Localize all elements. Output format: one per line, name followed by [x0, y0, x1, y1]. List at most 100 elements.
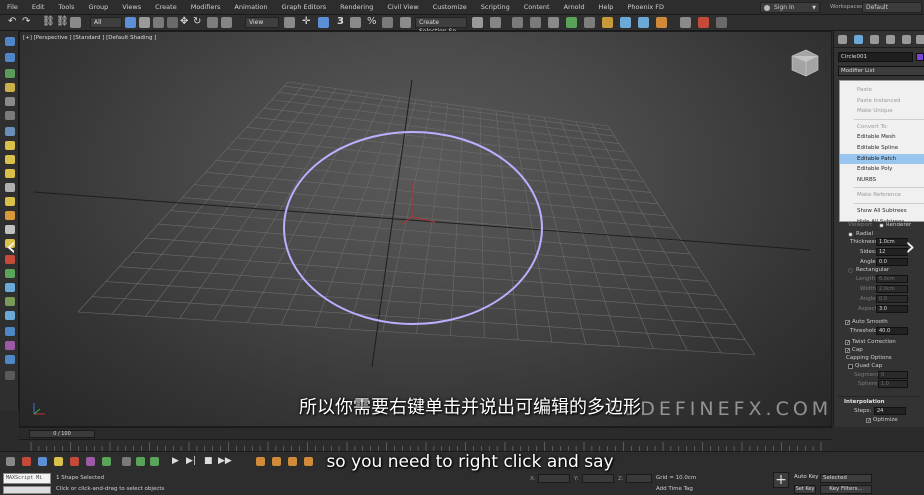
segments-spinner[interactable]: 0	[878, 371, 908, 379]
select-object-icon[interactable]	[125, 17, 136, 28]
forest-icon[interactable]	[5, 355, 15, 364]
maxscript-listener[interactable]: MAXScript Mi	[3, 473, 51, 484]
torus-icon[interactable]	[5, 183, 15, 192]
toggle-layer-explorer-icon[interactable]	[530, 17, 541, 28]
select-by-name-icon[interactable]	[139, 17, 150, 28]
object-name-field[interactable]: Circle001	[838, 52, 913, 62]
add-time-tag[interactable]: Add Time Tag	[656, 486, 693, 492]
menu-content[interactable]: Content	[517, 3, 557, 11]
menu-file[interactable]: File	[0, 3, 25, 11]
x-coord-field[interactable]	[538, 474, 570, 483]
render-setup-icon[interactable]	[620, 17, 631, 28]
time-slider-counter[interactable]: 0 / 100	[29, 430, 95, 438]
render-icon[interactable]	[70, 457, 79, 466]
globe-icon[interactable]	[5, 327, 15, 336]
rotate-icon[interactable]: ↻	[193, 16, 201, 28]
menu-phoenix-fd[interactable]: Phoenix FD	[620, 3, 671, 11]
menu-edit[interactable]: Edit	[25, 3, 52, 11]
twist-correction-checkbox[interactable]: ✓	[845, 340, 850, 346]
go-to-end-icon[interactable]: ▶▶	[218, 456, 232, 466]
water-icon[interactable]	[5, 311, 15, 320]
snap-2d-icon[interactable]	[150, 457, 159, 466]
stop-icon[interactable]: ■	[204, 456, 213, 466]
radial-radio[interactable]	[848, 232, 853, 237]
context-menu-editable-mesh[interactable]: Editable Mesh	[840, 132, 924, 142]
reference-coordinate-dropdown[interactable]: View	[245, 17, 279, 28]
modify-tab-icon[interactable]	[854, 35, 863, 44]
redo-icon[interactable]: ↷	[22, 16, 30, 28]
interpolation-rollout-header[interactable]: Interpolation	[838, 396, 921, 406]
sphere-spinner[interactable]: 1.0	[878, 380, 908, 388]
foliage-icon[interactable]	[5, 297, 15, 306]
scale-icon[interactable]	[207, 17, 218, 28]
isolate-icon[interactable]	[22, 457, 31, 466]
phoenix-fd-icon[interactable]	[698, 17, 709, 28]
keyboard-shortcut-override-icon[interactable]	[318, 17, 329, 28]
width-spinner[interactable]: 2.0cm	[876, 285, 908, 293]
track-bar[interactable]	[19, 439, 832, 451]
schematic-view-icon[interactable]	[584, 17, 595, 28]
window-crossing-icon[interactable]	[167, 17, 178, 28]
motion-tab-icon[interactable]	[886, 35, 895, 44]
menu-civil-view[interactable]: Civil View	[380, 3, 425, 11]
scatter-icon[interactable]	[5, 269, 15, 278]
snap-3d-icon[interactable]	[136, 457, 145, 466]
quad-cap-checkbox[interactable]	[848, 364, 853, 369]
grid-toggle-icon[interactable]	[102, 457, 111, 466]
teapot-icon[interactable]	[5, 197, 15, 206]
selection-lock-icon[interactable]	[38, 457, 47, 466]
cameras-icon[interactable]	[5, 83, 15, 92]
menu-scripting[interactable]: Scripting	[474, 3, 517, 11]
snaps-toggle-icon[interactable]: 3	[337, 16, 344, 28]
rectangular-radio[interactable]	[848, 268, 853, 273]
space-warps-icon[interactable]	[5, 111, 15, 120]
context-menu-editable-poly[interactable]: Editable Poly	[840, 164, 924, 174]
sphere-icon[interactable]	[5, 155, 15, 164]
menu-help[interactable]: Help	[592, 3, 621, 11]
play-icon[interactable]: ▶	[172, 456, 179, 466]
key-filters-button[interactable]: Key Filters...	[820, 485, 872, 494]
set-keys-icon[interactable]: +	[773, 472, 789, 488]
arnold-icon[interactable]	[680, 17, 691, 28]
curve-editor-icon[interactable]	[566, 17, 577, 28]
box-icon[interactable]	[5, 141, 15, 150]
link-icon[interactable]: ⛓	[42, 16, 55, 28]
key-selection-dropdown[interactable]: Selected	[820, 474, 872, 483]
pivot-center-icon[interactable]	[284, 17, 295, 28]
hierarchy-tab-icon[interactable]	[870, 35, 879, 44]
auto-smooth-checkbox[interactable]: ✓	[845, 320, 850, 326]
lights-icon[interactable]	[5, 69, 15, 78]
rect-angle-spinner[interactable]: 0.0	[876, 295, 908, 303]
create-geometry-icon[interactable]	[5, 37, 15, 46]
bind-space-warp-icon[interactable]	[70, 17, 81, 28]
maxscript-input[interactable]	[3, 486, 51, 494]
selection-filter-dropdown[interactable]: All	[90, 17, 122, 28]
optimize-checkbox[interactable]: ✓	[866, 418, 871, 424]
tool-strip-extra-icon[interactable]	[5, 371, 15, 380]
edit-named-selection-icon[interactable]	[400, 17, 411, 28]
perspective-viewport[interactable]: [+] [Perspective ] [Standard ] [Default …	[19, 31, 832, 427]
align-icon[interactable]	[490, 17, 501, 28]
angle-spinner[interactable]: 0.0	[876, 258, 908, 266]
menu-customize[interactable]: Customize	[426, 3, 474, 11]
threshold-spinner[interactable]: 40.0	[876, 327, 908, 335]
context-menu-hide-all-subtrees[interactable]: Hide All Subtrees	[840, 217, 924, 227]
extra-toolbar-icon[interactable]	[716, 17, 727, 28]
viewport-label[interactable]: [+] [Perspective ] [Standard ] [Default …	[23, 35, 156, 41]
cap-checkbox[interactable]: ✓	[845, 348, 850, 354]
select-manipulate-icon[interactable]: ✛	[302, 16, 310, 28]
material-icon[interactable]	[86, 457, 95, 466]
context-menu-editable-spline[interactable]: Editable Spline	[840, 143, 924, 153]
particle-icon[interactable]	[5, 283, 15, 292]
workspace-dropdown[interactable]: Default	[862, 2, 922, 13]
cylinder-icon[interactable]	[5, 169, 15, 178]
selected-circle-shape[interactable]	[283, 131, 543, 325]
toggle-ribbon-icon[interactable]	[548, 17, 559, 28]
sign-in-button[interactable]: Sign In ▼	[760, 2, 820, 13]
utilities-tab-icon[interactable]	[916, 35, 924, 44]
absolute-mode-icon[interactable]	[54, 457, 63, 466]
previous-arrow-icon[interactable]: ‹	[6, 234, 16, 260]
create-tab-icon[interactable]	[838, 35, 847, 44]
material-editor-icon[interactable]	[602, 17, 613, 28]
viewcube[interactable]	[791, 49, 819, 77]
